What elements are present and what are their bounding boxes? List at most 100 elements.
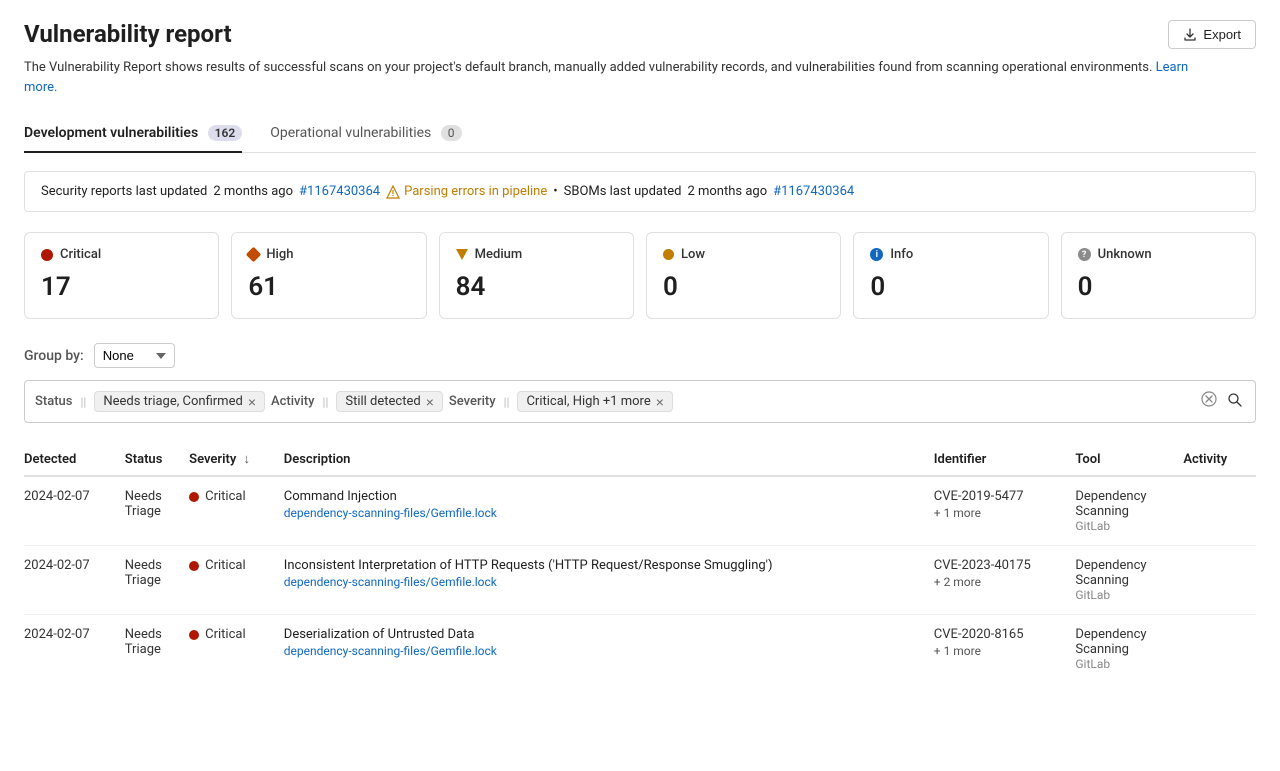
- identifier-value: CVE-2023-40175: [934, 558, 1064, 573]
- status-filter-tag: Needs triage, Confirmed ×: [94, 391, 265, 412]
- activity-filter-label: Activity: [271, 394, 315, 409]
- activity-sep: ||: [321, 395, 331, 409]
- medium-icon: [456, 249, 468, 260]
- pipeline-link-1[interactable]: #1167430364: [299, 184, 380, 199]
- cell-tool: Dependency Scanning GitLab: [1075, 476, 1183, 546]
- groupby-select[interactable]: None Tool Severity Status: [94, 343, 175, 368]
- identifier-value: CVE-2019-5477: [934, 489, 1064, 504]
- table-row: 2024-02-07 Needs Triage Critical Command…: [24, 476, 1256, 546]
- export-icon: [1183, 28, 1197, 42]
- low-count: 0: [663, 272, 824, 302]
- cell-tool: Dependency Scanning GitLab: [1075, 546, 1183, 615]
- identifier-more: + 1 more: [934, 506, 1064, 520]
- tab-ops-vulnerabilities[interactable]: Operational vulnerabilities 0: [270, 115, 461, 153]
- cell-detected: 2024-02-07: [24, 546, 125, 615]
- status-sep: ||: [78, 395, 88, 409]
- cell-status: Needs Triage: [125, 546, 189, 615]
- clear-icon: [1201, 391, 1217, 407]
- col-activity: Activity: [1183, 443, 1256, 476]
- cell-identifier: CVE-2019-5477 + 1 more: [934, 476, 1076, 546]
- description-title: Command Injection: [284, 489, 922, 504]
- cell-activity: [1183, 476, 1256, 546]
- col-detected: Detected: [24, 443, 125, 476]
- high-count: 61: [248, 272, 409, 302]
- cell-status: Needs Triage: [125, 476, 189, 546]
- critical-count: 17: [41, 272, 202, 302]
- search-icon: [1227, 392, 1243, 408]
- alert-bar: Security reports last updated 2 months a…: [24, 171, 1256, 212]
- cell-description: Deserialization of Untrusted Data depend…: [284, 615, 934, 684]
- severity-card-critical[interactable]: Critical 17: [24, 232, 219, 319]
- tool-sub: GitLab: [1075, 519, 1171, 533]
- cell-identifier: CVE-2023-40175 + 2 more: [934, 546, 1076, 615]
- critical-icon: [41, 249, 53, 261]
- cell-tool: Dependency Scanning GitLab: [1075, 615, 1183, 684]
- sboms-label: SBOMs last updated: [564, 184, 682, 199]
- cell-severity: Critical: [189, 546, 284, 615]
- sort-icon: ↓: [244, 452, 251, 467]
- tabs: Development vulnerabilities 162 Operatio…: [24, 115, 1256, 153]
- severity-card-medium[interactable]: Medium 84: [439, 232, 634, 319]
- activity-filter-tag: Still detected ×: [336, 391, 443, 412]
- severity-card-high[interactable]: High 61: [231, 232, 426, 319]
- severity-filter-label: Severity: [449, 394, 496, 409]
- severity-card-low[interactable]: Low 0: [646, 232, 841, 319]
- medium-count: 84: [456, 272, 617, 302]
- tab-dev-vulnerabilities[interactable]: Development vulnerabilities 162: [24, 115, 242, 153]
- col-tool: Tool: [1075, 443, 1183, 476]
- sboms-time: 2 months ago: [687, 184, 767, 199]
- page-description: The Vulnerability Report shows results o…: [24, 58, 1204, 97]
- pipeline-warning: Parsing errors in pipeline: [386, 184, 547, 199]
- tool-sub: GitLab: [1075, 657, 1171, 671]
- remove-status-filter-button[interactable]: ×: [248, 395, 256, 409]
- severity-dot: [189, 630, 199, 640]
- remove-severity-filter-button[interactable]: ×: [656, 395, 664, 409]
- description-link[interactable]: dependency-scanning-files/Gemfile.lock: [284, 644, 922, 658]
- security-reports-label: Security reports last updated: [41, 184, 207, 199]
- cell-activity: [1183, 546, 1256, 615]
- unknown-icon: ?: [1078, 248, 1091, 261]
- page-title: Vulnerability report: [24, 20, 232, 48]
- severity-card-unknown[interactable]: ? Unknown 0: [1061, 232, 1256, 319]
- tabs-container: Development vulnerabilities 162 Operatio…: [24, 115, 1256, 153]
- info-count: 0: [870, 272, 1031, 302]
- col-severity[interactable]: Severity ↓: [189, 443, 284, 476]
- severity-card-info[interactable]: i Info 0: [853, 232, 1048, 319]
- cell-detected: 2024-02-07: [24, 615, 125, 684]
- description-link[interactable]: dependency-scanning-files/Gemfile.lock: [284, 506, 922, 520]
- tool-name: Dependency Scanning: [1075, 558, 1171, 588]
- table-header-row: Detected Status Severity ↓ Description I…: [24, 443, 1256, 476]
- cell-severity: Critical: [189, 476, 284, 546]
- tool-name: Dependency Scanning: [1075, 627, 1171, 657]
- severity-label: Critical: [205, 489, 245, 504]
- severity-label: Critical: [205, 558, 245, 573]
- tool-name: Dependency Scanning: [1075, 489, 1171, 519]
- info-icon: i: [870, 248, 883, 261]
- cell-identifier: CVE-2020-8165 + 1 more: [934, 615, 1076, 684]
- severity-sep: ||: [502, 395, 512, 409]
- vulnerability-table: Detected Status Severity ↓ Description I…: [24, 443, 1256, 683]
- unknown-count: 0: [1078, 272, 1239, 302]
- pipeline-link-2[interactable]: #1167430364: [773, 184, 854, 199]
- table-row: 2024-02-07 Needs Triage Critical Inconsi…: [24, 546, 1256, 615]
- identifier-value: CVE-2020-8165: [934, 627, 1064, 642]
- status-filter-label: Status: [35, 394, 72, 409]
- groupby-row: Group by: None Tool Severity Status: [24, 343, 1256, 368]
- severity-filter-tag: Critical, High +1 more ×: [517, 391, 672, 412]
- cell-status: Needs Triage: [125, 615, 189, 684]
- search-button[interactable]: [1225, 390, 1245, 413]
- table-row: 2024-02-07 Needs Triage Critical Deseria…: [24, 615, 1256, 684]
- cell-detected: 2024-02-07: [24, 476, 125, 546]
- remove-activity-filter-button[interactable]: ×: [426, 395, 434, 409]
- filter-bar: Status || Needs triage, Confirmed × Acti…: [24, 380, 1256, 423]
- description-title: Deserialization of Untrusted Data: [284, 627, 922, 642]
- cell-description: Command Injection dependency-scanning-fi…: [284, 476, 934, 546]
- clear-filters-button[interactable]: [1199, 389, 1219, 414]
- severity-dot: [189, 492, 199, 502]
- groupby-label: Group by:: [24, 348, 84, 364]
- description-link[interactable]: dependency-scanning-files/Gemfile.lock: [284, 575, 922, 589]
- severity-label: Critical: [205, 627, 245, 642]
- identifier-more: + 1 more: [934, 644, 1064, 658]
- export-button[interactable]: Export: [1168, 20, 1256, 49]
- col-description: Description: [284, 443, 934, 476]
